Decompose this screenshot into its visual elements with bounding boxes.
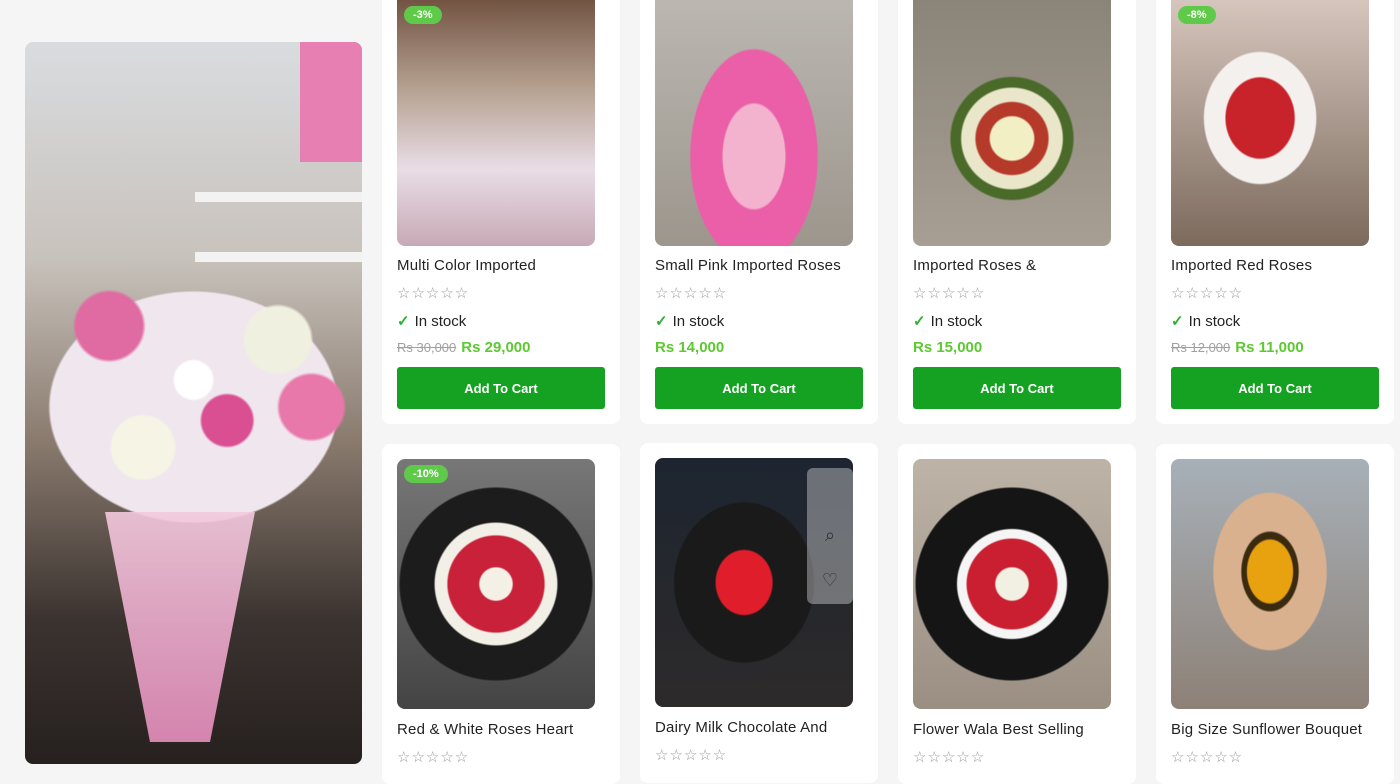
quick-actions: ⌕ ♡ <box>807 468 853 604</box>
product-image[interactable] <box>655 0 853 246</box>
rating-stars: ☆☆☆☆☆ <box>655 747 728 764</box>
check-icon: ✓ <box>397 313 410 330</box>
bouquet-illustration <box>25 272 362 542</box>
product-card: ⌕ ♡ Dairy Milk Chocolate And ☆☆☆☆☆ <box>640 443 878 783</box>
shelf <box>195 252 362 262</box>
shelf <box>195 192 362 202</box>
rating-stars: ☆☆☆☆☆ <box>1171 749 1244 766</box>
stock-status: ✓ In stock <box>1171 313 1241 330</box>
sale-price: Rs 14,000 <box>655 339 725 356</box>
add-to-cart-button[interactable]: Add To Cart <box>1171 367 1379 409</box>
add-to-cart-button[interactable]: Add To Cart <box>655 367 863 409</box>
old-price: Rs 30,000 <box>397 340 457 355</box>
check-icon: ✓ <box>913 313 926 330</box>
discount-badge: -8% <box>1178 6 1216 24</box>
heart-icon[interactable]: ♡ <box>807 558 853 603</box>
product-image[interactable] <box>913 459 1111 709</box>
sale-price: Rs 15,000 <box>913 339 983 356</box>
check-icon: ✓ <box>655 313 668 330</box>
discount-badge: -3% <box>404 6 442 24</box>
product-card: -3% Multi Color Imported ☆☆☆☆☆ ✓ In stock… <box>382 0 620 424</box>
rating-stars: ☆☆☆☆☆ <box>913 285 986 302</box>
stock-status: ✓ In stock <box>655 313 725 330</box>
product-image[interactable]: -3% <box>397 0 595 246</box>
check-icon: ✓ <box>1171 313 1184 330</box>
price: Rs 15,000 <box>913 339 982 356</box>
price: Rs 30,000 Rs 29,000 <box>397 339 531 356</box>
product-title[interactable]: Big Size Sunflower Bouquet <box>1171 721 1362 738</box>
product-title[interactable]: Red & White Roses Heart <box>397 721 573 738</box>
product-card: Imported Roses & ☆☆☆☆☆ ✓ In stock Rs 15,0… <box>898 0 1136 424</box>
add-to-cart-button[interactable]: Add To Cart <box>397 367 605 409</box>
product-title[interactable]: Dairy Milk Chocolate And <box>655 719 827 736</box>
shelf-box <box>300 42 362 162</box>
sale-price: Rs 11,000 <box>1235 339 1304 356</box>
product-title[interactable]: Imported Red Roses <box>1171 257 1312 274</box>
stock-status: ✓ In stock <box>397 313 467 330</box>
rating-stars: ☆☆☆☆☆ <box>397 285 470 302</box>
price: Rs 14,000 <box>655 339 724 356</box>
product-card: -10% Red & White Roses Heart ☆☆☆☆☆ <box>382 444 620 784</box>
rating-stars: ☆☆☆☆☆ <box>397 749 470 766</box>
product-card: Small Pink Imported Roses ☆☆☆☆☆ ✓ In stoc… <box>640 0 878 424</box>
add-to-cart-button[interactable]: Add To Cart <box>913 367 1121 409</box>
discount-badge: -10% <box>404 465 448 483</box>
price: Rs 12,000 Rs 11,000 <box>1171 339 1304 356</box>
product-title[interactable]: Imported Roses & <box>913 257 1036 274</box>
rating-stars: ☆☆☆☆☆ <box>913 749 986 766</box>
search-icon[interactable]: ⌕ <box>807 513 853 558</box>
product-card: Big Size Sunflower Bouquet ☆☆☆☆☆ <box>1156 444 1394 784</box>
product-image[interactable] <box>1171 459 1369 709</box>
product-title[interactable]: Flower Wala Best Selling <box>913 721 1084 738</box>
promo-banner-image[interactable] <box>25 42 362 764</box>
product-image[interactable]: -10% <box>397 459 595 709</box>
product-title[interactable]: Multi Color Imported <box>397 257 536 274</box>
product-image[interactable]: ⌕ ♡ <box>655 458 853 707</box>
product-card: Flower Wala Best Selling ☆☆☆☆☆ <box>898 444 1136 784</box>
product-card: -8% Imported Red Roses ☆☆☆☆☆ ✓ In stock R… <box>1156 0 1394 424</box>
bouquet-wrap <box>105 512 255 742</box>
product-image[interactable] <box>913 0 1111 246</box>
sale-price: Rs 29,000 <box>461 339 531 356</box>
old-price: Rs 12,000 <box>1171 340 1231 355</box>
rating-stars: ☆☆☆☆☆ <box>655 285 728 302</box>
rating-stars: ☆☆☆☆☆ <box>1171 285 1244 302</box>
product-title[interactable]: Small Pink Imported Roses <box>655 257 841 274</box>
product-image[interactable]: -8% <box>1171 0 1369 246</box>
stock-status: ✓ In stock <box>913 313 983 330</box>
